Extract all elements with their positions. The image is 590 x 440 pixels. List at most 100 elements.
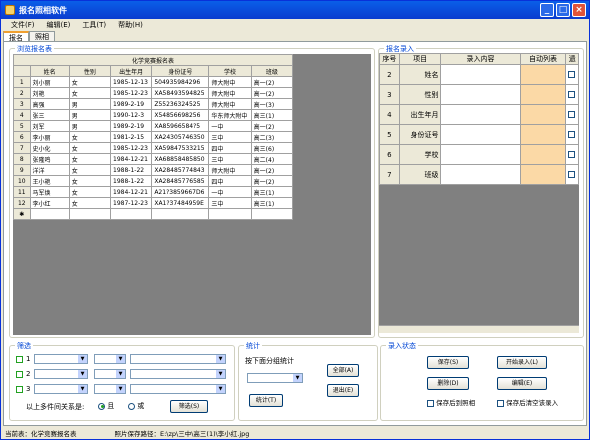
table-cell[interactable]: 华东师大附中 <box>208 109 252 121</box>
table-cell[interactable]: 刘军 <box>29 120 70 132</box>
table-cell[interactable]: 三中 <box>208 153 252 165</box>
entry-row-checkbox[interactable] <box>568 151 576 158</box>
table-cell[interactable]: 高一(2) <box>250 175 294 187</box>
entry-extra-cell[interactable] <box>565 104 579 125</box>
table-cell[interactable]: 高三(1) <box>250 197 294 209</box>
table-cell[interactable]: 一中 <box>208 186 252 198</box>
table-row[interactable]: 2 刘艳女 1985-12-23 XA58493594825 师大附中 高一(2) <box>13 87 294 99</box>
table-cell[interactable]: 1989-2-19 <box>110 120 153 132</box>
filter-field-select[interactable]: ▼ <box>34 354 88 364</box>
table-cell[interactable]: 高三(6) <box>250 142 294 154</box>
table-cell[interactable]: 1987-12-23 <box>110 197 153 209</box>
table-cell[interactable]: 师大附中 <box>208 87 252 99</box>
table-cell[interactable]: 高强 <box>29 98 70 110</box>
table-cell[interactable]: 李小丽 <box>29 131 70 143</box>
table-cell[interactable]: XA28485774843 <box>151 164 210 176</box>
entry-autolist-cell[interactable] <box>519 104 567 125</box>
row-number[interactable]: 7 <box>13 142 31 154</box>
entry-content-cell[interactable] <box>440 124 521 145</box>
table-cell[interactable]: 史小化 <box>29 142 70 154</box>
entry-autolist-cell[interactable] <box>519 144 567 165</box>
entry-extra-cell[interactable] <box>565 64 579 85</box>
browse-grid[interactable]: 化学竞赛报名表 姓名 性别 出生年月 身份证号 学校 班级 1 刘小丽女 1985-… <box>13 54 371 335</box>
table-cell[interactable]: 女 <box>68 76 112 88</box>
entry-row[interactable]: 2 姓名 <box>379 64 579 85</box>
entry-autolist-cell[interactable] <box>519 164 567 185</box>
table-cell[interactable]: 四中 <box>208 175 252 187</box>
table-cell[interactable]: 高一(2) <box>250 164 294 176</box>
entry-row-checkbox[interactable] <box>568 91 576 98</box>
table-cell[interactable]: X54856698256 <box>151 109 210 121</box>
menu-tools[interactable]: 工具(T) <box>76 20 112 30</box>
table-cell[interactable]: XA68858485850 <box>151 153 210 165</box>
col-school[interactable]: 学校 <box>208 65 252 77</box>
table-cell[interactable]: 1985-12-23 <box>110 142 153 154</box>
table-cell[interactable]: 高二(4) <box>250 153 294 165</box>
table-cell[interactable]: 1981-2-15 <box>110 131 153 143</box>
table-cell[interactable]: 男 <box>68 98 112 110</box>
table-cell[interactable]: A21?3859667D6 <box>151 186 210 198</box>
entry-row[interactable]: 7 班级 <box>379 164 579 185</box>
entry-extra-cell[interactable] <box>565 84 579 105</box>
filter-operator-select[interactable]: ▼ <box>94 354 126 364</box>
entry-row[interactable]: 3 性别 <box>379 84 579 105</box>
filter-field-select[interactable]: ▼ <box>34 384 88 394</box>
table-cell[interactable]: 1984-12-21 <box>110 186 153 198</box>
entry-row-checkbox[interactable] <box>568 171 576 178</box>
entry-row-checkbox[interactable] <box>568 71 576 78</box>
all-button[interactable]: 全部(A) <box>327 364 359 377</box>
table-row[interactable]: 5 刘军男 1989-2-19 XA85966584?5 一中 高一(2) <box>13 120 294 132</box>
table-cell[interactable]: 女 <box>68 153 112 165</box>
table-cell[interactable]: 张隆鸣 <box>29 153 70 165</box>
table-cell[interactable]: 李小红 <box>29 197 70 209</box>
table-row[interactable]: 10 王小艳女 1988-1-22 XA28485776585 四中 高一(2) <box>13 175 294 187</box>
entry-autolist-cell[interactable] <box>519 64 567 85</box>
filter-value-select[interactable]: ▼ <box>130 354 226 364</box>
entry-row[interactable]: 5 身份证号 <box>379 124 579 145</box>
row-number[interactable]: 1 <box>13 76 31 88</box>
table-cell[interactable]: 女 <box>68 197 112 209</box>
menu-help[interactable]: 帮助(H) <box>112 20 149 30</box>
start-entry-button[interactable]: 开始录入(L) <box>497 356 547 369</box>
entry-row[interactable]: 4 出生年月 <box>379 104 579 125</box>
entry-row[interactable]: 6 学校 <box>379 144 579 165</box>
filter-row-checkbox[interactable] <box>16 356 23 363</box>
table-row[interactable]: 7 史小化女 1985-12-23 XA59847533215 四中 高三(6) <box>13 142 294 154</box>
entry-row-checkbox[interactable] <box>568 111 576 118</box>
table-cell[interactable]: 1988-1-22 <box>110 164 153 176</box>
table-cell[interactable]: 一中 <box>208 120 252 132</box>
table-cell[interactable]: XA58493594825 <box>151 87 210 99</box>
filter-value-select[interactable]: ▼ <box>130 369 226 379</box>
table-cell[interactable]: 1984-12-21 <box>110 153 153 165</box>
table-row[interactable]: 9 洋洋女 1988-1-22 XA28485774843 师大附中 高一(2) <box>13 164 294 176</box>
table-cell[interactable]: 1988-1-22 <box>110 175 153 187</box>
row-number[interactable]: 11 <box>13 186 31 198</box>
table-cell[interactable]: XA28485776585 <box>151 175 210 187</box>
radio-and[interactable]: 且 <box>98 401 114 411</box>
table-cell[interactable]: XA85966584?5 <box>151 120 210 132</box>
col-name[interactable]: 姓名 <box>29 65 70 77</box>
row-number[interactable]: 6 <box>13 131 31 143</box>
table-cell[interactable]: 1990-12-3 <box>110 109 153 121</box>
maximize-button[interactable]: □ <box>556 3 570 17</box>
entry-content-cell[interactable] <box>440 164 521 185</box>
table-row[interactable]: 12 李小红女 1987-12-23 XA1?37484959E 三中 高三(1) <box>13 197 294 209</box>
table-cell[interactable]: 女 <box>68 142 112 154</box>
filter-row-checkbox[interactable] <box>16 371 23 378</box>
table-cell[interactable]: 女 <box>68 87 112 99</box>
table-row[interactable]: 1 刘小丽女 1985-12-13 504935984296 师大附中 高一(2) <box>13 76 294 88</box>
filter-operator-select[interactable]: ▼ <box>94 384 126 394</box>
filter-operator-select[interactable]: ▼ <box>94 369 126 379</box>
save-to-photo-option[interactable]: 保存后到照相 <box>427 397 475 407</box>
table-row[interactable]: 8 张隆鸣女 1984-12-21 XA68858485850 三中 高二(4) <box>13 153 294 165</box>
save-to-photo-checkbox[interactable] <box>427 399 434 407</box>
table-row[interactable]: 6 李小丽女 1981-2-15 XA24305746350 三中 高二(3) <box>13 131 294 143</box>
minimize-button[interactable]: _ <box>540 3 554 17</box>
row-number[interactable]: 9 <box>13 164 31 176</box>
entry-content-cell[interactable] <box>440 104 521 125</box>
entry-content-cell[interactable] <box>440 84 521 105</box>
col-class[interactable]: 班级 <box>250 65 294 77</box>
filter-value-select[interactable]: ▼ <box>130 384 226 394</box>
table-cell[interactable]: 王小艳 <box>29 175 70 187</box>
table-cell[interactable]: 刘艳 <box>29 87 70 99</box>
